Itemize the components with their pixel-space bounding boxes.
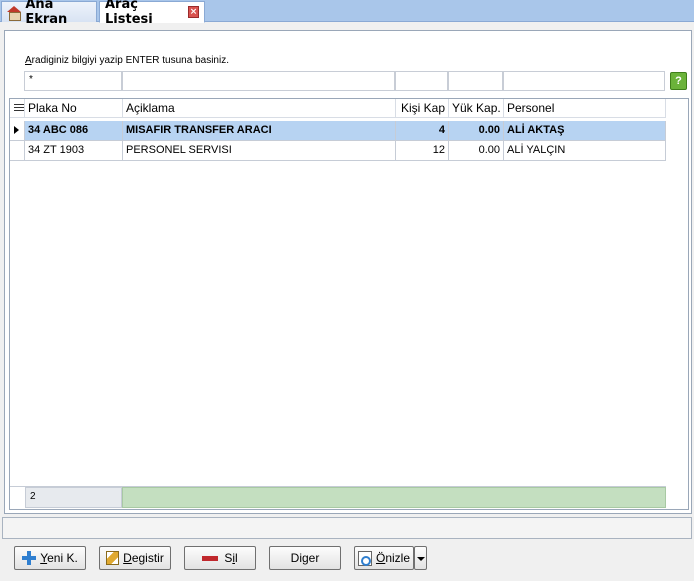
tab-arac-listesi[interactable]: Araç Listesi × [99, 0, 205, 27]
row-pointer-icon [14, 126, 19, 134]
tab-label: Araç Listesi [105, 0, 153, 27]
home-icon [7, 5, 22, 21]
tab-label: Ana Ekran [25, 0, 68, 27]
filter-plaka-input[interactable]: * [24, 71, 122, 91]
edit-button[interactable]: Degistir [99, 546, 171, 570]
column-header-plaka[interactable]: Plaka No [25, 99, 123, 118]
edit-button-label: Degistir [123, 551, 164, 565]
filter-row: * [24, 71, 665, 91]
tab-ana-ekran[interactable]: Ana Ekran [1, 0, 97, 27]
filter-clear-icon[interactable]: ? [670, 72, 687, 90]
new-button[interactable]: Yeni K. [14, 546, 86, 570]
cell-kisi-kap[interactable]: 12 [396, 141, 449, 161]
preview-button-label: Önizle [375, 551, 411, 565]
search-hint-text: radiginiz bilgiyi yazip ENTER tusuna bas… [31, 55, 229, 66]
vehicle-grid: Plaka No Açiklama Kişi Kap Yük Kap. Pers… [9, 98, 689, 510]
table-row[interactable]: 34 ZT 1903 PERSONEL SERVISI 12 0.00 ALİ … [10, 141, 666, 161]
cell-kisi-kap[interactable]: 4 [396, 121, 449, 141]
row-indicator [10, 121, 25, 141]
close-icon[interactable]: × [187, 6, 199, 18]
cell-plaka[interactable]: 34 ABC 086 [25, 121, 123, 141]
pencil-icon [106, 551, 120, 565]
filter-personel-input[interactable] [503, 71, 665, 91]
other-button[interactable]: Diger [269, 546, 341, 570]
cell-yuk-kap[interactable]: 0.00 [449, 141, 504, 161]
preview-dropdown-button[interactable] [414, 546, 427, 570]
column-menu-icon [14, 104, 24, 113]
column-header-kisi-kap[interactable]: Kişi Kap [396, 99, 449, 118]
cell-aciklama[interactable]: PERSONEL SERVISI [123, 141, 396, 161]
plus-icon [22, 551, 37, 565]
status-strip [2, 517, 692, 539]
cell-personel[interactable]: ALİ AKTAŞ [504, 121, 666, 141]
new-button-label: Yeni K. [40, 551, 78, 565]
column-header-yuk-kap[interactable]: Yük Kap. [449, 99, 504, 118]
delete-button-label: Sil [224, 551, 238, 565]
preview-icon [357, 550, 372, 566]
filter-yuk-kap-input[interactable] [448, 71, 503, 91]
column-header-aciklama[interactable]: Açiklama [123, 99, 396, 118]
row-indicator [10, 141, 25, 161]
cell-aciklama[interactable]: MISAFIR TRANSFER ARACI [123, 121, 396, 141]
column-header-personel[interactable]: Personel [504, 99, 666, 118]
table-row[interactable]: 34 ABC 086 MISAFIR TRANSFER ARACI 4 0.00… [10, 121, 666, 141]
cell-yuk-kap[interactable]: 0.00 [449, 121, 504, 141]
grid-header: Plaka No Açiklama Kişi Kap Yük Kap. Pers… [10, 99, 666, 118]
main-panel: Aradiginiz bilgiyi yazip ENTER tusuna ba… [4, 30, 692, 514]
filter-kisi-kap-input[interactable] [395, 71, 448, 91]
other-button-label: Diger [290, 551, 320, 565]
preview-button[interactable]: Önizle [354, 546, 414, 570]
delete-button[interactable]: Sil [184, 546, 256, 570]
search-hint: Aradiginiz bilgiyi yazip ENTER tusuna ba… [25, 55, 229, 66]
footer-summary-bar [122, 487, 666, 508]
filter-aciklama-input[interactable] [122, 71, 395, 91]
tab-bar: Ana Ekran Araç Listesi × [0, 0, 694, 27]
cell-personel[interactable]: ALİ YALÇIN [504, 141, 666, 161]
grid-footer: 2 [10, 486, 666, 508]
record-count: 2 [25, 487, 122, 508]
cell-plaka[interactable]: 34 ZT 1903 [25, 141, 123, 161]
delete-icon [202, 555, 219, 561]
column-chooser[interactable] [10, 99, 25, 118]
